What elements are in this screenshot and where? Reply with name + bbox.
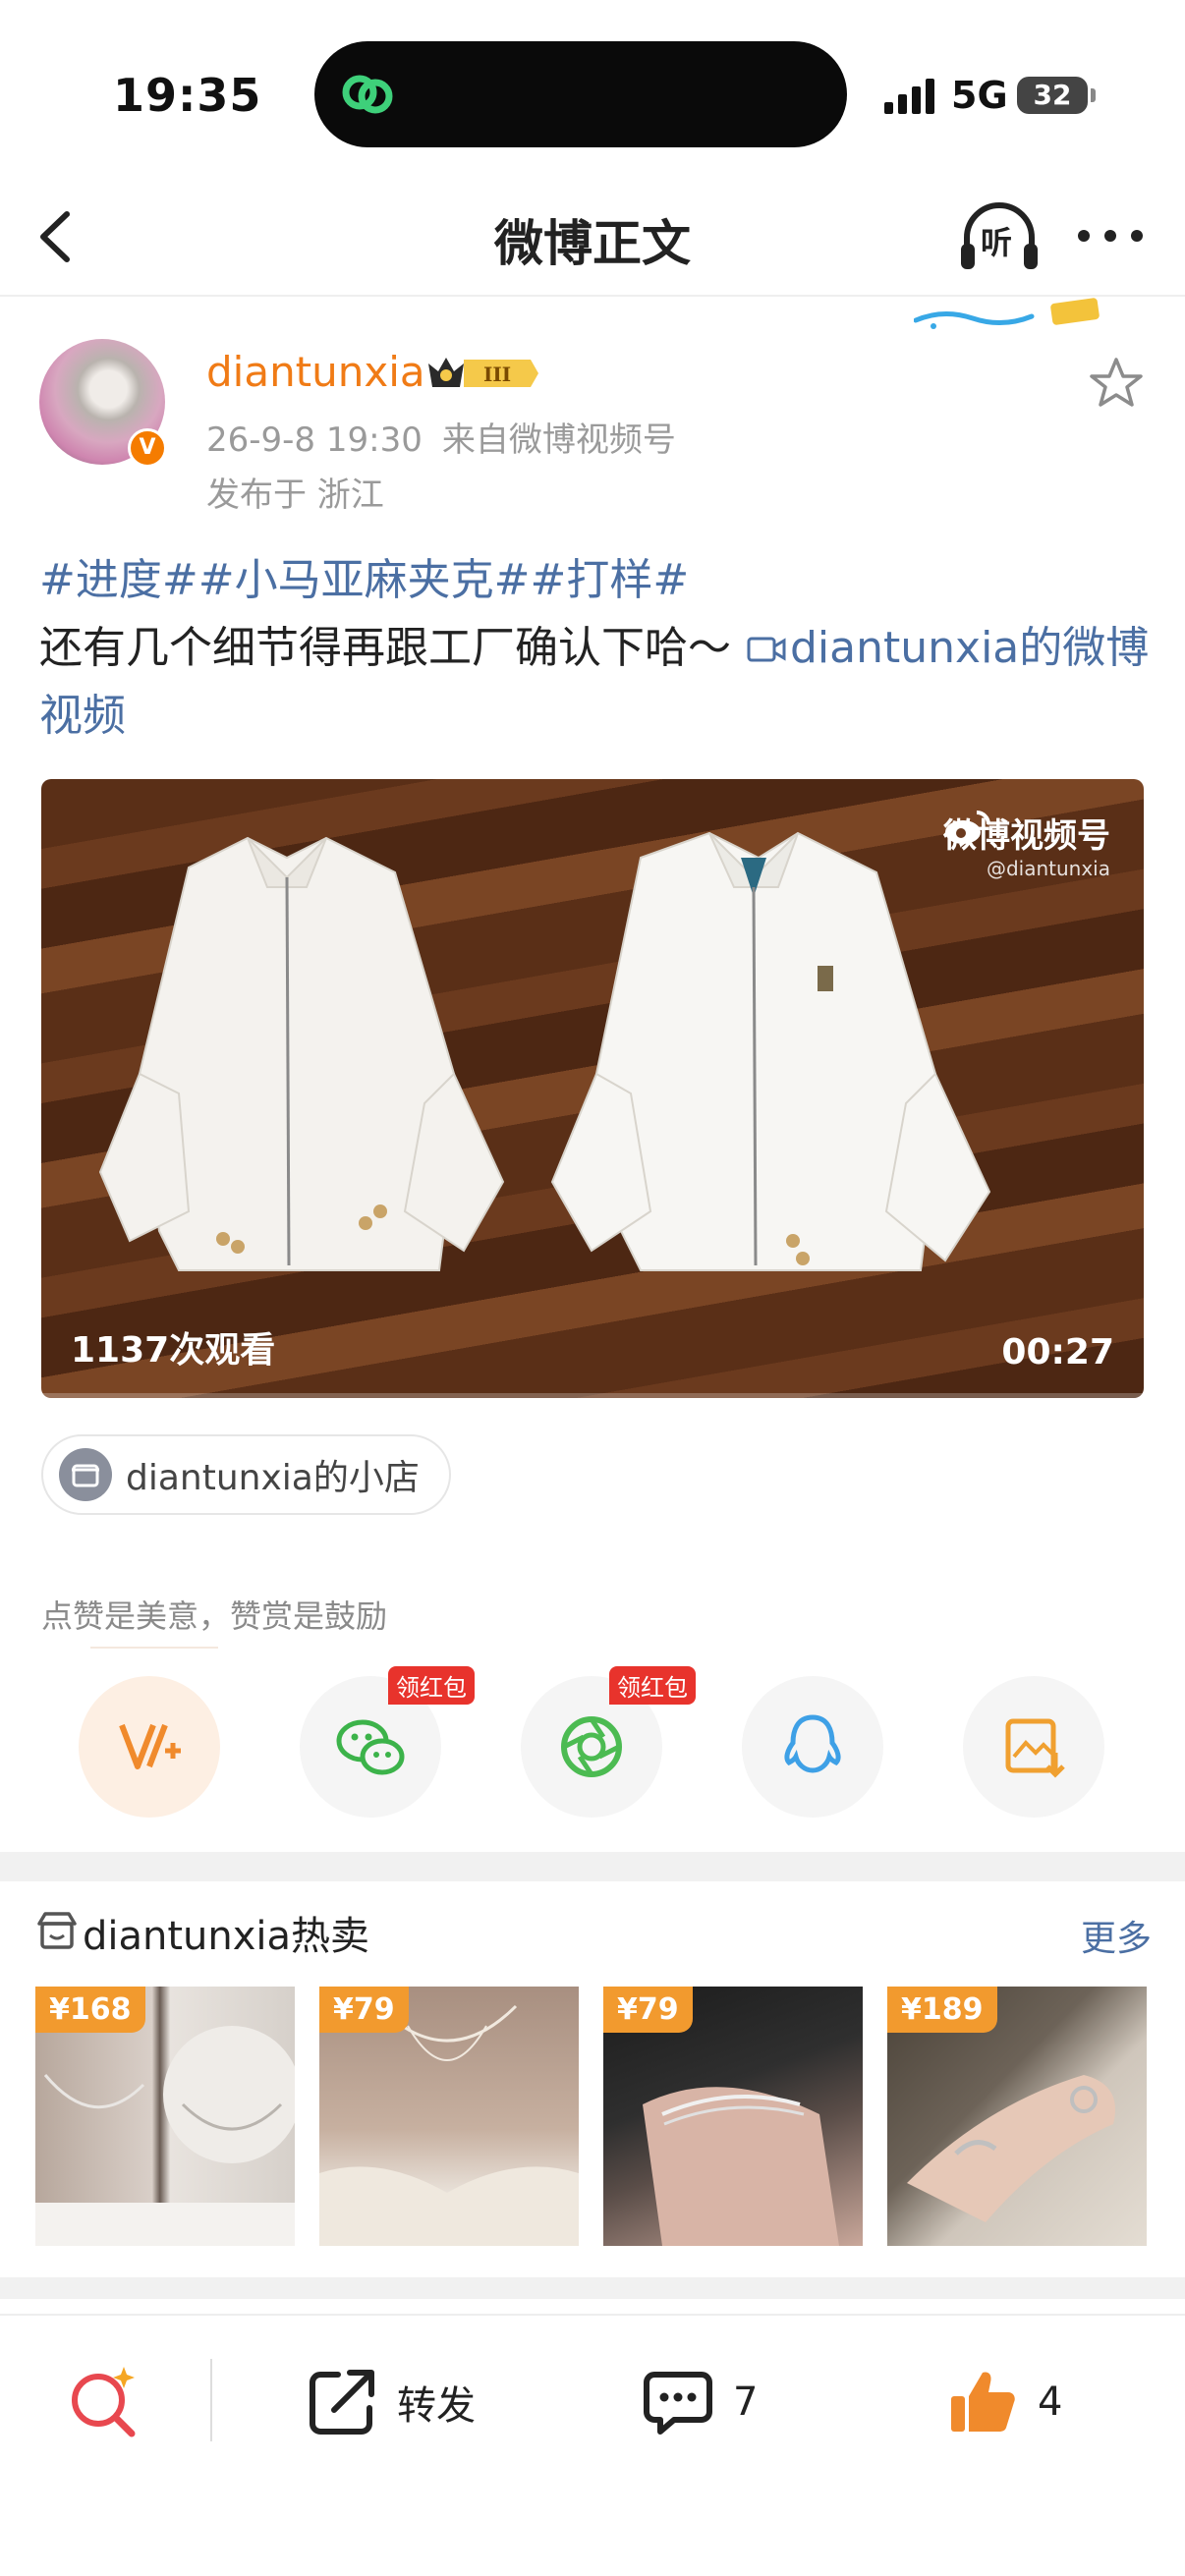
post-meta: 26-9-8 19:30 来自微博视频号 [206, 413, 676, 461]
search-icon[interactable] [65, 2363, 143, 2441]
repost-button[interactable]: 转发 [305, 2363, 476, 2441]
home-indicator-area [0, 2500, 1185, 2576]
listen-label: 听 [981, 224, 1013, 261]
video-watermark: 微博视频号 @diantunxia [943, 809, 1110, 880]
product-card[interactable]: ¥79 [603, 1987, 863, 2246]
battery-tip [1091, 88, 1096, 102]
product-card[interactable]: ¥189 [887, 1987, 1147, 2246]
comment-button[interactable]: 7 [641, 2363, 758, 2441]
more-dot [1104, 230, 1116, 242]
more-dot [1078, 230, 1090, 242]
repost-icon [310, 2370, 374, 2435]
store-icon [37, 1912, 77, 1949]
reward-button[interactable] [79, 1676, 220, 1818]
verified-badge-icon: V [128, 428, 167, 468]
video-progress-bar [41, 1393, 1144, 1398]
like-thumbs-up-icon [951, 2372, 1015, 2432]
like-button[interactable]: 4 [945, 2363, 1062, 2441]
qq-icon [784, 1714, 841, 1773]
hot-sale-title: diantunxia热卖 [83, 1914, 370, 1959]
repost-label: 转发 [397, 2383, 476, 2429]
shop-chip-label: diantunxia的小店 [126, 1458, 420, 1498]
favorite-star-icon[interactable] [1089, 356, 1144, 411]
video-player[interactable]: 微博视频号 @diantunxia 1137次观看 00:27 [41, 779, 1144, 1398]
appreciation-pointer [90, 1647, 218, 1649]
post-timestamp: 26-9-8 19:30 [206, 420, 423, 460]
share-moments-button[interactable]: 领红包 [521, 1666, 696, 1818]
status-bar: 19:35 5G 32 [0, 0, 1185, 177]
wechat-icon [336, 1719, 405, 1775]
post-text: #进度##小马亚麻夹克##打样# 还有几个细节得再跟工厂确认下哈～ diantun… [39, 546, 1150, 750]
appreciation-text: 点赞是美意，赞赏是鼓励 [41, 1597, 388, 1635]
share-wechat-button[interactable]: 领红包 [300, 1666, 475, 1818]
jacket-left [98, 836, 505, 1271]
username[interactable]: diantunxia [206, 348, 425, 396]
reward-icon [119, 1723, 181, 1769]
red-packet-tag: 领红包 [388, 1666, 475, 1705]
post-source: 来自微博视频号 [441, 420, 676, 460]
dynamic-island [314, 41, 847, 147]
shop-link-chip[interactable]: diantunxia的小店 [41, 1434, 451, 1515]
status-time: 19:35 [113, 69, 262, 122]
bottom-bar-separator [210, 2359, 212, 2441]
product-card[interactable]: ¥79 [319, 1987, 579, 2246]
video-view-count: 1137次观看 [71, 1330, 276, 1371]
red-packet-tag: 领红包 [609, 1666, 696, 1705]
post-location: 发布于 浙江 [206, 476, 384, 515]
video-duration: 00:27 [1001, 1332, 1114, 1372]
section-divider [0, 1852, 1185, 1881]
product-price: ¥189 [887, 1987, 997, 2033]
decoration-wave-icon [914, 298, 1100, 329]
battery-icon: 32 [1017, 77, 1088, 114]
more-options-button[interactable] [1076, 204, 1145, 263]
vip-level: III [483, 363, 511, 386]
comment-count: 7 [733, 2380, 759, 2425]
share-qq-button[interactable] [742, 1676, 883, 1818]
product-price: ¥168 [35, 1987, 145, 2033]
network-type: 5G [951, 74, 1008, 117]
moments-icon [561, 1716, 622, 1777]
link-app-icon [342, 75, 393, 114]
shop-icon [59, 1448, 112, 1501]
video-link-icon [747, 637, 786, 662]
post-hashtags[interactable]: #进度##小马亚麻夹克##打样# [39, 555, 689, 605]
product-card[interactable]: ¥168 [35, 1987, 295, 2246]
save-image-button[interactable] [963, 1676, 1104, 1818]
hot-sale-more-link[interactable]: 更多 [1081, 1910, 1152, 1961]
listen-button[interactable]: 听 [957, 198, 1042, 275]
product-price: ¥79 [319, 1987, 409, 2033]
comment-icon [644, 2372, 712, 2435]
post-body: 还有几个细节得再跟工厂确认下哈～ [39, 623, 731, 673]
save-image-icon [1005, 1718, 1065, 1778]
like-count: 4 [1038, 2380, 1063, 2425]
vip-crown-badge-icon[interactable]: III [424, 352, 540, 395]
weibo-logo-icon [945, 811, 990, 844]
jacket-right [550, 831, 991, 1271]
more-dot [1131, 230, 1143, 242]
nav-bar: 微博正文 听 [0, 177, 1185, 297]
section-divider [0, 2277, 1185, 2299]
product-price: ¥79 [603, 1987, 693, 2033]
cellular-signal-icon [884, 79, 934, 114]
share-targets: 领红包 领红包 [0, 1666, 1185, 1818]
watermark-handle: @diantunxia [986, 857, 1110, 880]
bottom-action-bar: 转发 7 4 [0, 2314, 1185, 2481]
